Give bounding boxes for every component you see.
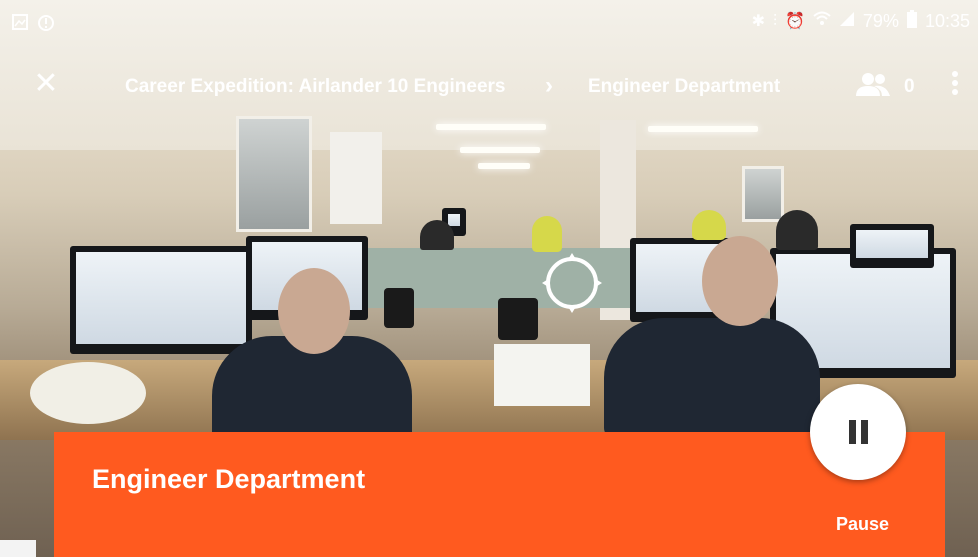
ceiling-light	[436, 124, 546, 130]
alarm-icon: ⏰	[785, 12, 805, 30]
engineer	[604, 318, 820, 438]
more-vert-icon[interactable]	[948, 68, 962, 100]
app-bar: ✕ Career Expedition: Airlander 10 Engine…	[0, 60, 978, 112]
scene-info-panel: Engineer Department Pause	[54, 432, 945, 557]
window	[236, 116, 312, 232]
pause-label[interactable]: Pause	[836, 514, 889, 535]
battery-percentage: 79%	[862, 11, 899, 31]
battery-icon	[906, 10, 917, 33]
desk-phone	[384, 288, 414, 328]
people-button[interactable]	[856, 72, 890, 102]
pause-button[interactable]	[810, 384, 906, 480]
close-button[interactable]: ✕	[30, 68, 62, 100]
people-count: 0	[904, 76, 915, 97]
gaze-reticle-icon	[541, 252, 603, 314]
scene-title: Engineer Department	[588, 76, 781, 97]
engineer-background	[776, 210, 818, 250]
people-icon	[856, 73, 890, 96]
close-icon: ✕	[33, 67, 59, 100]
shield-alert-icon	[38, 14, 54, 37]
panel-title: Engineer Department	[92, 464, 366, 494]
image-icon	[12, 14, 28, 37]
ceiling-light	[460, 147, 540, 153]
engineer-background	[532, 216, 562, 252]
hard-hat	[30, 362, 146, 424]
ceiling-light	[478, 163, 530, 169]
engineer-head	[702, 236, 778, 326]
monitor	[70, 246, 252, 354]
status-bar: ✱ ⫶ ⏰ 79% 10:35	[0, 0, 978, 44]
wifi-icon	[813, 11, 831, 32]
window	[742, 166, 784, 222]
signal-icon	[839, 11, 855, 32]
monitor	[850, 224, 934, 268]
wall-poster	[330, 132, 382, 224]
ceiling-light	[648, 126, 758, 132]
vibrate-icon: ⫶	[772, 12, 777, 30]
paper-stack	[494, 344, 590, 406]
chevron-right-icon: ›	[545, 72, 553, 99]
engineer-background	[692, 210, 726, 240]
clock: 10:35	[924, 11, 970, 31]
engineer-background	[420, 220, 454, 250]
edge-chip	[0, 540, 36, 557]
bluetooth-icon: ✱	[751, 12, 765, 30]
engineer-head	[278, 268, 350, 354]
desk-phone	[498, 298, 538, 340]
tour-title[interactable]: Career Expedition: Airlander 10 Engineer…	[125, 76, 505, 98]
